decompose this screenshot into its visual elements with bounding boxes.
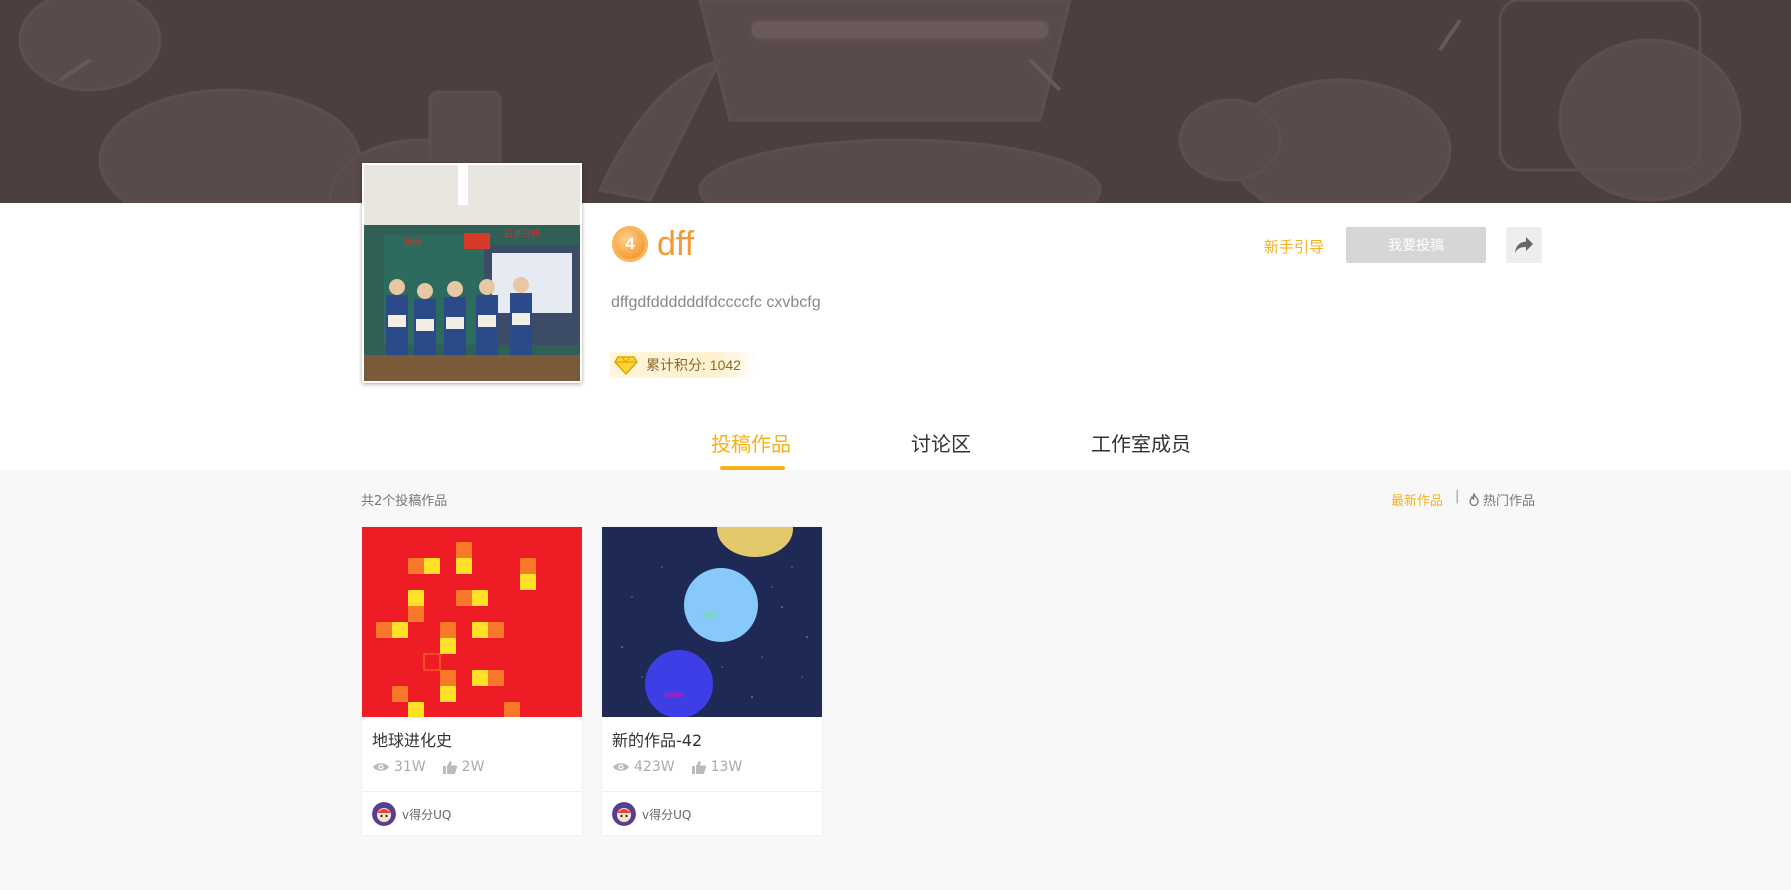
svg-text:标兵: 标兵 [404,236,422,248]
tab-studio-members[interactable]: 工作室成员 [1091,428,1191,457]
work-title[interactable]: 地球进化史 [372,727,452,751]
work-card[interactable]: 地球进化史 31W 2W v得分UQ [362,527,582,835]
author-avatar [372,802,396,826]
sort-latest-button[interactable]: 最新作品 [1391,490,1443,509]
author-name: v得分UQ [402,807,452,822]
work-stats: 31W 2W [372,759,500,775]
share-icon [1515,237,1533,253]
works-count: 共2个投稿作品 [361,494,448,509]
card-divider [602,791,822,792]
work-title[interactable]: 新的作品-42 [612,727,702,751]
like-count: 2W [461,759,485,775]
view-count: 423W [634,759,675,775]
eye-icon [613,763,629,771]
banner-illustration [0,0,1791,203]
studio-name: dff [657,225,695,263]
work-card[interactable]: 新的作品-42 423W 13W v得分UQ [602,527,822,835]
work-author[interactable]: v得分UQ [372,802,451,826]
author-name: v得分UQ [642,807,692,822]
thumbs-up-icon [442,760,457,774]
svg-text:日进日新: 日进日新 [504,228,540,240]
share-button[interactable] [1506,227,1542,263]
profile-banner [0,0,1791,203]
sort-hot-label: 热门作品 [1483,494,1536,509]
studio-description: dffgdfddddddfdccccfc cxvbcfg [611,294,821,311]
submit-work-button[interactable]: 我要投稿 [1346,227,1486,263]
diamond-icon [614,356,638,375]
sort-separator: | [1455,489,1460,504]
tab-submitted-works[interactable]: 投稿作品 [711,428,791,457]
sort-hot-button[interactable]: 热门作品 [1468,490,1535,509]
view-count: 31W [394,759,426,775]
tab-discussion[interactable]: 讨论区 [911,428,971,457]
score-badge: 累计积分: 1042 [610,352,760,378]
work-stats: 423W 13W [612,759,758,775]
like-count: 13W [710,759,743,775]
active-tab-indicator [720,466,785,470]
fire-icon [1469,493,1479,506]
author-avatar [612,802,636,826]
studio-avatar: 标兵 日进日新 [362,163,582,383]
work-thumbnail [602,527,822,717]
work-author[interactable]: v得分UQ [612,802,691,826]
card-divider [362,791,582,792]
work-thumbnail [362,527,582,717]
eye-icon [373,763,389,771]
score-text: 累计积分: 1042 [646,357,741,373]
level-badge: 4 [612,226,648,262]
thumbs-up-icon [691,760,706,774]
guide-link[interactable]: 新手引导 [1264,236,1324,257]
